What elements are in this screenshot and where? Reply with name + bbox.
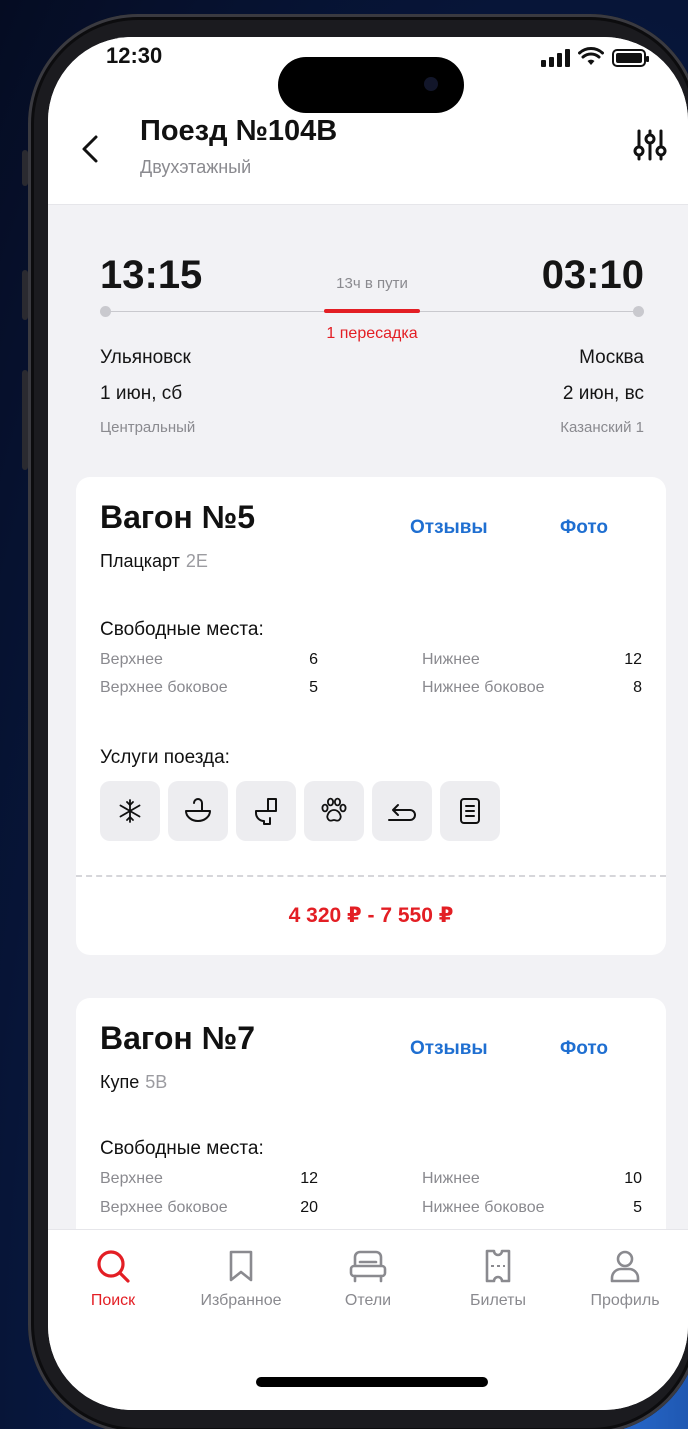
home-indicator[interactable] <box>256 1377 488 1387</box>
tab-hotels[interactable]: Отели <box>313 1248 423 1310</box>
seat-type-label: Нижнее боковое <box>422 679 545 696</box>
service-chip[interactable] <box>304 781 364 841</box>
seat-type-label: Верхнее боковое <box>100 679 228 696</box>
transfer-marker <box>324 309 420 313</box>
arrival-dot <box>633 306 644 317</box>
departure-station: Центральный <box>100 419 196 436</box>
bookmark-icon <box>229 1250 253 1282</box>
bed-icon <box>349 1250 387 1283</box>
seat-type-label: Нижнее <box>422 651 480 668</box>
profile-icon <box>610 1250 640 1283</box>
volume-up-button <box>22 270 28 320</box>
service-chip[interactable] <box>236 781 296 841</box>
status-time: 12:30 <box>106 43 163 68</box>
service-chip[interactable] <box>100 781 160 841</box>
service-chip[interactable] <box>440 781 500 841</box>
page-subtitle: Двухэтажный <box>140 157 252 177</box>
service-chip[interactable] <box>168 781 228 841</box>
price-range: 4 320 ₽ - 7 550 ₽ <box>288 904 454 927</box>
seat-count: 5 <box>633 1199 642 1216</box>
photo-link[interactable]: Фото <box>560 1038 608 1060</box>
car-card[interactable]: Вагон №5 Плацкарт 2Е Отзывы Фото Свободны… <box>76 477 666 955</box>
search-icon <box>97 1250 130 1283</box>
washbasin-icon <box>185 798 211 822</box>
transfer-count: 1 пересадка <box>326 325 418 342</box>
car-class-code: 5В <box>145 1072 168 1092</box>
document-icon <box>460 798 480 824</box>
photo-link[interactable]: Фото <box>560 517 608 539</box>
car-title: Вагон №7 <box>100 1020 256 1056</box>
snowflake-icon <box>119 799 141 823</box>
reviews-link[interactable]: Отзывы <box>410 1038 488 1060</box>
signal-icon <box>541 49 570 67</box>
arrival-date: 2 июн, вс <box>562 383 644 404</box>
tab-label: Билеты <box>470 1292 526 1309</box>
car-type: Плацкарт 2Е <box>100 551 208 572</box>
tab-search[interactable]: Поиск <box>58 1248 168 1310</box>
seat-type-label: Верхнее <box>100 1170 163 1187</box>
seat-count: 10 <box>624 1170 642 1187</box>
status-icons <box>541 47 649 67</box>
return-icon <box>388 804 416 821</box>
seat-count: 6 <box>309 651 318 668</box>
car-class-code: 2Е <box>185 551 208 571</box>
departure-city: Ульяновск <box>100 347 191 368</box>
seat-type-label: Нижнее <box>422 1170 480 1187</box>
filter-settings-icon[interactable] <box>632 125 668 165</box>
services-title: Услуги поезда: <box>100 747 230 768</box>
header: 12:30 Поезд №104В Двухэтажный <box>48 37 688 205</box>
reviews-link[interactable]: Отзывы <box>410 517 488 539</box>
car-type: Купе 5В <box>100 1072 167 1093</box>
travel-duration: 13ч в пути <box>336 275 408 292</box>
seat-count: 12 <box>300 1170 318 1187</box>
car-type-label: Купе <box>100 1072 140 1092</box>
toilet-icon <box>255 798 277 825</box>
free-seats-title: Свободные места: <box>100 619 264 640</box>
paw-icon <box>321 797 347 822</box>
tab-tickets[interactable]: Билеты <box>443 1248 553 1310</box>
tab-label: Избранное <box>200 1292 282 1309</box>
wifi-icon <box>578 47 604 65</box>
tab-favorites[interactable]: Избранное <box>186 1248 296 1310</box>
seat-type-label: Верхнее боковое <box>100 1199 228 1216</box>
tab-profile[interactable]: Профиль <box>570 1248 680 1310</box>
arrival-city: Москва <box>579 347 644 368</box>
departure-dot <box>100 306 111 317</box>
tab-label: Поиск <box>90 1292 136 1309</box>
seat-count: 12 <box>624 651 642 668</box>
dynamic-island <box>278 57 464 113</box>
car-type-label: Плацкарт <box>100 551 180 571</box>
ticket-icon <box>485 1249 511 1283</box>
seat-type-label: Нижнее боковое <box>422 1199 545 1216</box>
battery-icon <box>612 49 649 67</box>
free-seats-title: Свободные места: <box>100 1138 264 1159</box>
car-card[interactable]: Вагон №7 Купе 5В Отзывы Фото Свободные ме… <box>76 998 666 1258</box>
arrival-station: Казанский 1 <box>560 419 644 436</box>
volume-down-button <box>22 370 28 470</box>
seat-count: 5 <box>309 679 318 696</box>
car-title: Вагон №5 <box>100 499 256 535</box>
screen: 12:30 Поезд №104В Двухэтажный 13:15 03:1… <box>48 37 688 1410</box>
action-button <box>22 150 28 186</box>
seat-count: 8 <box>633 679 642 696</box>
card-divider <box>76 875 666 877</box>
tab-label: Профиль <box>590 1292 660 1309</box>
services-list <box>100 781 500 841</box>
back-icon[interactable] <box>76 129 106 169</box>
page-title: Поезд №104В <box>140 115 338 147</box>
seat-count: 20 <box>300 1199 318 1216</box>
service-chip[interactable] <box>372 781 432 841</box>
seat-type-label: Верхнее <box>100 651 163 668</box>
tab-label: Отели <box>344 1292 392 1309</box>
departure-date: 1 июн, сб <box>100 383 183 404</box>
